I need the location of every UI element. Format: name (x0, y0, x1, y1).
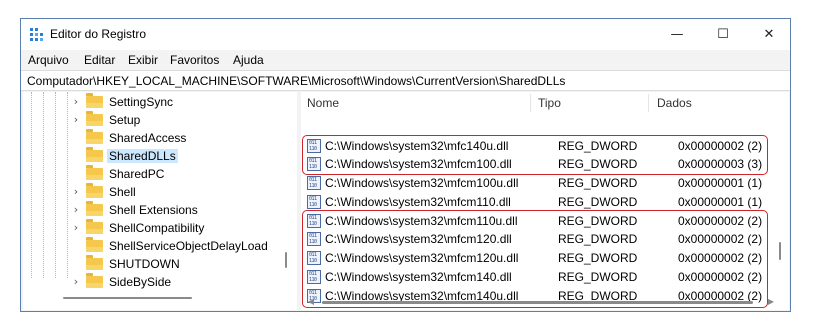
registry-icon (30, 28, 43, 41)
tree-expander (71, 255, 81, 273)
tree-item-sharedpc[interactable]: SharedPC (23, 165, 283, 183)
tree-item-shell[interactable]: › Shell (23, 183, 283, 201)
window-title: Editor do Registro (50, 27, 147, 41)
tree-expander (71, 237, 81, 255)
tree-item-label: SharedAccess (109, 131, 187, 145)
folder-icon (86, 201, 103, 216)
menu-exibir[interactable]: Exibir (128, 53, 158, 67)
folder-icon (86, 237, 103, 252)
folder-icon (86, 219, 103, 234)
tree-horizontal-scrollbar-thumb[interactable] (63, 297, 192, 299)
column-header-name[interactable]: Nome (307, 96, 339, 110)
registry-editor-window: Editor do Registro — ☐ ✕ Arquivo Editar … (20, 18, 791, 312)
tree-item-label: SharedPC (109, 167, 165, 181)
tree-item-sharedaccess[interactable]: SharedAccess (23, 129, 283, 147)
menu-arquivo[interactable]: Arquivo (28, 53, 69, 67)
tree-item-label: Setup (109, 113, 141, 127)
list-horizontal-scrollbar[interactable]: ◀ ▶ (301, 294, 789, 310)
value-row[interactable]: 011 110 C:\Windows\system32\mfcm110.dll R… (301, 193, 771, 211)
address-bar[interactable]: Computador\HKEY_LOCAL_MACHINE\SOFTWARE\M… (21, 70, 790, 91)
menu-favoritos[interactable]: Favoritos (170, 53, 219, 67)
tree-horizontal-scrollbar[interactable] (23, 285, 295, 310)
tree-item-shell-extensions[interactable]: › Shell Extensions (23, 201, 283, 219)
tree-item-label-selected: SharedDLLs (107, 149, 178, 163)
menu-editar[interactable]: Editar (84, 53, 115, 67)
chevron-right-icon[interactable]: › (71, 201, 81, 219)
title-bar[interactable]: Editor do Registro — ☐ ✕ (21, 19, 790, 50)
folder-icon (86, 129, 103, 144)
value-name: C:\Windows\system32\mfcm110.dll (325, 195, 511, 209)
values-list-pane[interactable]: Nome Tipo Dados 011 110 C:\Windows\system… (301, 92, 789, 310)
tree-vertical-scrollbar-thumb[interactable] (285, 252, 287, 268)
tree-item-shareddlls[interactable]: SharedDLLs (23, 147, 283, 165)
close-button[interactable]: ✕ (746, 19, 790, 50)
menu-ajuda[interactable]: Ajuda (233, 53, 264, 67)
value-row[interactable]: 011 110 C:\Windows\system32\mfcm100u.dll … (301, 174, 771, 192)
chevron-right-icon[interactable]: › (71, 183, 81, 201)
folder-icon (86, 147, 103, 162)
reg-dword-value-icon: 011 110 (307, 176, 321, 190)
tree-item-shellserviceobjectdelayload[interactable]: ShellServiceObjectDelayLoad (23, 237, 283, 255)
maximize-button[interactable]: ☐ (700, 19, 746, 50)
tree-item-shellcompatibility[interactable]: › ShellCompatibility (23, 219, 283, 237)
key-tree-pane[interactable]: › SettingSync › Setup SharedAccess Share… (23, 92, 297, 310)
tree-item-setup[interactable]: › Setup (23, 111, 283, 129)
folder-icon (86, 93, 103, 108)
address-path[interactable]: Computador\HKEY_LOCAL_MACHINE\SOFTWARE\M… (27, 74, 565, 88)
value-type: REG_DWORD (558, 195, 638, 209)
value-type: REG_DWORD (558, 176, 638, 190)
minimize-button[interactable]: — (654, 19, 700, 50)
tree-item-label: SettingSync (109, 95, 174, 109)
highlight-box-top (302, 135, 768, 175)
tree-item-label: ShellCompatibility (109, 221, 205, 235)
chevron-right-icon[interactable]: › (71, 111, 81, 129)
scroll-right-arrow-icon[interactable]: ▶ (766, 296, 776, 308)
column-divider[interactable] (530, 94, 531, 112)
value-name: C:\Windows\system32\mfcm100u.dll (325, 176, 519, 190)
column-header-type[interactable]: Tipo (538, 96, 561, 110)
folder-icon (86, 111, 103, 126)
folder-icon (86, 165, 103, 180)
tree-item-label: Shell (109, 185, 136, 199)
column-divider[interactable] (648, 94, 649, 112)
value-data: 0x00000001 (1) (678, 195, 763, 209)
tree-item-label: Shell Extensions (109, 203, 198, 217)
tree-expander (71, 165, 81, 183)
tree-expander (71, 129, 81, 147)
value-data: 0x00000001 (1) (678, 176, 763, 190)
menu-bar: Arquivo Editar Exibir Favoritos Ajuda (21, 50, 790, 70)
chevron-right-icon[interactable]: › (71, 93, 81, 111)
tree-expander (71, 147, 81, 165)
folder-icon (86, 183, 103, 198)
folder-icon (86, 255, 103, 270)
tree-item-label: SHUTDOWN (109, 257, 180, 271)
list-horizontal-scrollbar-thumb[interactable] (322, 301, 753, 304)
list-vertical-scrollbar-thumb[interactable] (779, 242, 781, 260)
tree-item-label: ShellServiceObjectDelayLoad (109, 239, 268, 253)
chevron-right-icon[interactable]: › (71, 219, 81, 237)
reg-dword-value-icon: 011 110 (307, 195, 321, 209)
tree-item-settingsync[interactable]: › SettingSync (23, 93, 283, 111)
tree-item-shutdown[interactable]: SHUTDOWN (23, 255, 283, 273)
scroll-left-arrow-icon[interactable]: ◀ (306, 296, 316, 308)
column-header-data[interactable]: Dados (657, 96, 692, 110)
